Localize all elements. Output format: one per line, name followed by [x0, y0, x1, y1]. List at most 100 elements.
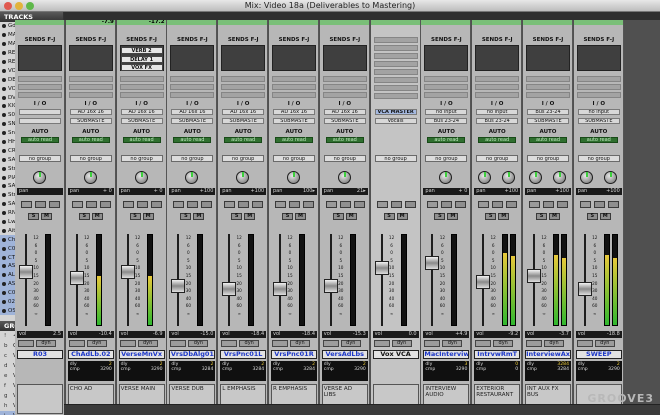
solo-button[interactable]: S — [434, 213, 446, 220]
insert-slot[interactable] — [373, 69, 418, 75]
track-visibility-icon[interactable] — [2, 175, 6, 180]
dyn-label[interactable]: dyn — [36, 340, 56, 347]
solo-button[interactable]: S — [383, 213, 395, 220]
send-button[interactable]: VOX FX — [120, 64, 163, 71]
track-visibility-icon[interactable] — [2, 68, 6, 73]
track-visibility-icon[interactable] — [2, 122, 6, 127]
output-selector[interactable] — [19, 118, 61, 124]
track-visibility-icon[interactable] — [2, 131, 6, 136]
group-selector[interactable]: no group — [120, 155, 163, 162]
automation-mode-button[interactable]: auto read — [579, 137, 618, 143]
insert-slot[interactable] — [119, 84, 164, 90]
track-visibility-icon[interactable] — [2, 42, 6, 47]
input-monitor-button[interactable] — [593, 201, 605, 208]
track-name-button[interactable]: MacInterviw — [423, 350, 470, 359]
dyn-label[interactable]: dyn — [594, 340, 615, 347]
pan-knob[interactable] — [337, 171, 351, 184]
insert-slot[interactable] — [526, 84, 570, 90]
insert-slot[interactable] — [68, 84, 113, 90]
voice-button[interactable] — [557, 201, 568, 208]
dyn-meter-button[interactable] — [322, 340, 339, 347]
input-selector[interactable]: AD 16x 16 — [273, 109, 315, 115]
dyn-meter-button[interactable] — [272, 340, 288, 347]
voice-button[interactable] — [303, 201, 314, 208]
insert-slot[interactable] — [373, 37, 418, 43]
input-selector[interactable]: AD 16x 16 — [323, 109, 366, 115]
insert-slot[interactable] — [272, 76, 316, 82]
dyn-meter-button[interactable] — [526, 340, 542, 347]
output-selector[interactable]: SUBMASTE — [171, 118, 214, 124]
record-button[interactable] — [478, 201, 490, 208]
insert-slot[interactable] — [68, 76, 113, 82]
insert-slot[interactable] — [170, 92, 215, 98]
group-selector[interactable]: no group — [425, 155, 468, 162]
insert-slot[interactable] — [18, 76, 62, 82]
group-selector[interactable]: no group — [527, 155, 569, 162]
insert-slot[interactable] — [272, 92, 316, 98]
insert-slot[interactable] — [221, 92, 266, 98]
track-visibility-icon[interactable] — [2, 148, 6, 153]
track-visibility-icon[interactable] — [2, 24, 6, 29]
automation-mode-button[interactable]: auto read — [224, 137, 263, 143]
insert-slot[interactable] — [119, 92, 164, 98]
voice-button[interactable] — [455, 201, 467, 208]
automation-mode-button[interactable]: auto read — [21, 137, 59, 143]
automation-mode-button[interactable]: auto read — [427, 137, 466, 143]
record-button[interactable] — [71, 201, 83, 208]
insert-slot[interactable] — [322, 76, 367, 82]
input-selector[interactable]: AD 16x 16 — [171, 109, 214, 115]
automation-mode-button[interactable]: auto read — [173, 137, 212, 143]
pan-knob[interactable] — [236, 171, 250, 184]
input-selector[interactable]: VCA MASTER — [374, 109, 417, 115]
dyn-label[interactable]: dyn — [391, 340, 412, 347]
send-button[interactable]: DELAY 1 — [120, 55, 163, 63]
track-visibility-icon[interactable] — [2, 86, 6, 91]
dyn-label[interactable]: dyn — [340, 340, 361, 347]
pan-knob[interactable] — [579, 171, 593, 184]
input-selector[interactable]: AD 16x 16 — [69, 109, 112, 115]
send-slots[interactable] — [424, 45, 469, 71]
record-button[interactable] — [122, 201, 134, 208]
mute-button[interactable]: M — [41, 213, 52, 220]
comments-field[interactable] — [17, 384, 63, 414]
volume-fader[interactable] — [120, 265, 135, 280]
output-selector[interactable]: SUBMASTE — [577, 118, 620, 124]
input-monitor-button[interactable] — [187, 201, 199, 208]
send-slots[interactable] — [170, 45, 215, 71]
insert-slot[interactable] — [170, 76, 215, 82]
output-selector[interactable]: SUBMASTE — [273, 118, 315, 124]
input-monitor-button[interactable] — [492, 201, 504, 208]
input-selector[interactable]: no input — [577, 109, 620, 115]
mute-button[interactable]: M — [498, 213, 510, 220]
solo-button[interactable]: S — [332, 213, 344, 220]
record-button[interactable] — [325, 201, 337, 208]
dyn-label[interactable]: dyn — [493, 340, 514, 347]
insert-slot[interactable] — [373, 61, 418, 67]
dyn-meter-button[interactable] — [576, 340, 593, 347]
send-slots[interactable] — [221, 45, 266, 71]
track-visibility-icon[interactable] — [2, 220, 6, 225]
automation-mode-button[interactable]: auto read — [275, 137, 313, 143]
voice-button[interactable] — [353, 201, 365, 208]
insert-slot[interactable] — [424, 76, 469, 82]
insert-slot[interactable] — [373, 93, 418, 99]
record-button[interactable] — [376, 201, 388, 208]
volume-fader[interactable] — [476, 274, 491, 289]
track-name-button[interactable]: R03 — [17, 350, 63, 359]
track-visibility-icon[interactable] — [2, 291, 6, 296]
send-slots[interactable] — [526, 45, 570, 71]
record-button[interactable] — [579, 201, 591, 208]
volume-fader[interactable] — [374, 260, 389, 275]
mute-button[interactable]: M — [91, 213, 103, 220]
pan-knob[interactable] — [603, 171, 617, 184]
pan-knob[interactable] — [134, 171, 148, 184]
track-name-button[interactable]: VrsDbAlg01 — [169, 350, 216, 359]
insert-slot[interactable] — [170, 84, 215, 90]
track-visibility-icon[interactable] — [2, 140, 6, 145]
input-selector[interactable]: no input — [476, 109, 519, 115]
insert-slot[interactable] — [221, 84, 266, 90]
dyn-label[interactable]: dyn — [137, 340, 158, 347]
pan-knob[interactable] — [553, 171, 566, 184]
input-monitor-button[interactable] — [85, 201, 97, 208]
track-name-button[interactable]: VrsPnc01L — [220, 350, 267, 359]
